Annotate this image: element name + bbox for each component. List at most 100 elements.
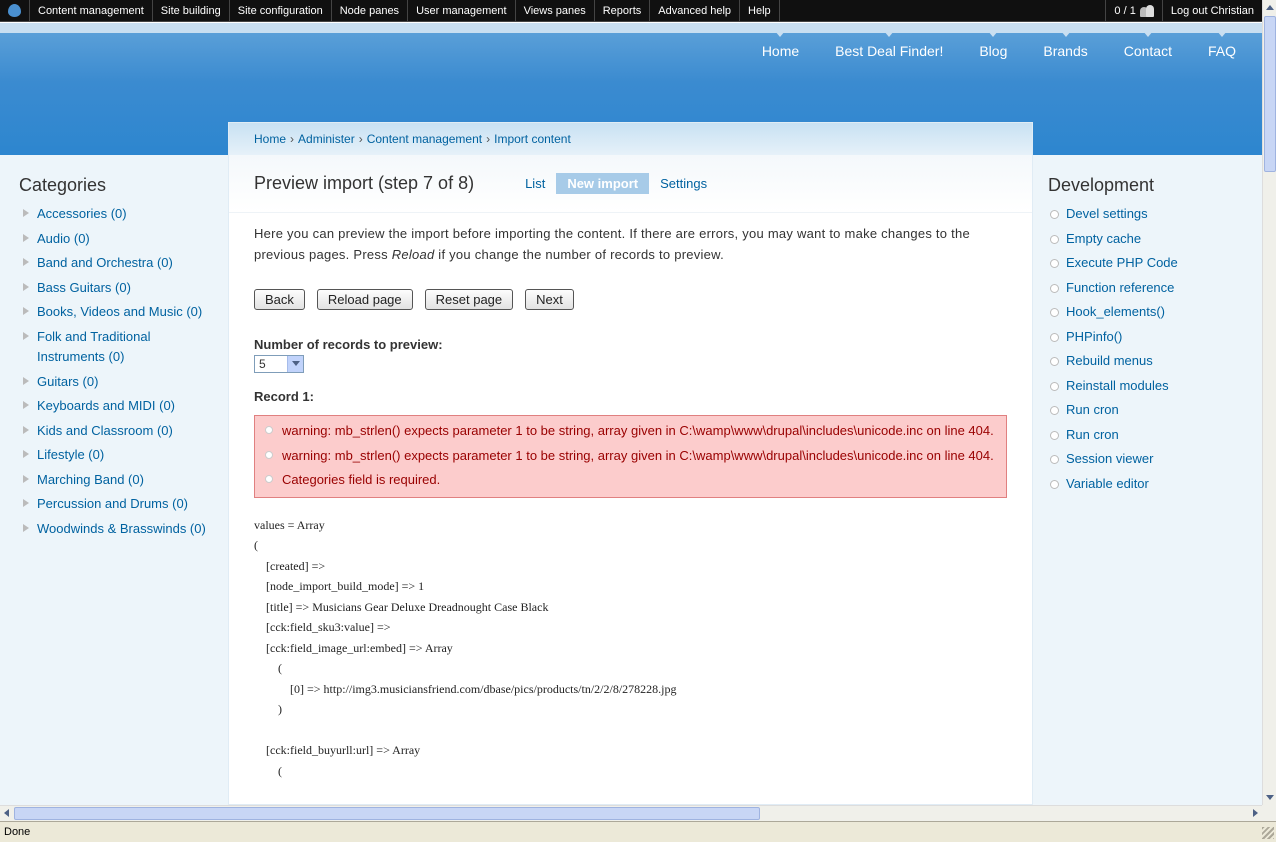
admin-menu-bar: Content management Site building Site conf… — [0, 0, 1262, 22]
admin-menu-items: Content management Site building Site conf… — [30, 0, 780, 22]
users-icon — [1139, 4, 1154, 17]
nav-link-home[interactable]: Home — [762, 31, 799, 59]
category-link-lifestyle-0[interactable]: Lifestyle (0) — [19, 445, 219, 466]
category-link-kids-and-classroom-0[interactable]: Kids and Classroom (0) — [19, 421, 219, 442]
nav-link-faq[interactable]: FAQ — [1208, 31, 1236, 59]
development-block: Development Devel settings Empty cache Exe… — [1048, 175, 1248, 498]
nav-link-contact[interactable]: Contact — [1124, 31, 1172, 59]
breadcrumb-item-home[interactable]: Home — [254, 132, 286, 146]
intro-text-end: if you change the number of records to p… — [434, 247, 724, 262]
status-text: Done — [4, 826, 31, 838]
development-title: Development — [1048, 175, 1155, 195]
dev-link-execute-php-code[interactable]: Execute PHP Code — [1048, 253, 1248, 274]
resize-grip-icon[interactable] — [1260, 825, 1274, 839]
admin-menu-item-content-management[interactable]: Content management — [30, 0, 153, 22]
error-messages: warning: mb_strlen() expects parameter 1… — [254, 415, 1007, 498]
admin-menu-item-site-configuration[interactable]: Site configuration — [230, 0, 332, 22]
category-link-accessories-0[interactable]: Accessories (0) — [19, 204, 219, 225]
content-area: Here you can preview the import before i… — [229, 213, 1032, 781]
scrollbar-corner — [1262, 805, 1276, 821]
admin-menu-item-advanced-help[interactable]: Advanced help — [650, 0, 741, 22]
category-link-audio-0[interactable]: Audio (0) — [19, 229, 219, 250]
category-link-guitars-0[interactable]: Guitars (0) — [19, 372, 219, 393]
record-heading: Record 1: — [254, 389, 314, 404]
status-bar: Done — [0, 821, 1276, 842]
category-link-books-videos-and-music-0[interactable]: Books, Videos and Music (0) — [19, 302, 219, 323]
admin-menu-item-help[interactable]: Help — [740, 0, 780, 22]
records-select[interactable]: 5 — [254, 355, 304, 373]
dev-link-devel-settings[interactable]: Devel settings — [1048, 204, 1248, 225]
admin-menu-item-node-panes[interactable]: Node panes — [332, 0, 409, 22]
dev-link-variable-editor[interactable]: Variable editor — [1048, 474, 1248, 495]
dev-link-session-viewer[interactable]: Session viewer — [1048, 449, 1248, 470]
breadcrumb-separator: › — [358, 132, 363, 146]
button-row: Back Reload page Reset page Next — [254, 289, 1007, 310]
dev-link-hook-elements[interactable]: Hook_elements() — [1048, 302, 1248, 323]
breadcrumb-item-content-management[interactable]: Content management — [367, 132, 482, 146]
main-content: Home › Administer › Content management › Impor… — [228, 122, 1033, 805]
dev-link-run-cron[interactable]: Run cron — [1048, 425, 1248, 446]
category-link-band-and-orchestra-0[interactable]: Band and Orchestra (0) — [19, 253, 219, 274]
breadcrumb-separator: › — [486, 132, 491, 146]
dev-link-run-cron[interactable]: Run cron — [1048, 400, 1248, 421]
breadcrumb-separator: › — [290, 132, 295, 146]
record-values-dump: values = Array ( [created] => [node_impo… — [254, 517, 677, 778]
drupal-logo-icon[interactable] — [0, 0, 30, 22]
vertical-scroll-thumb[interactable] — [1264, 16, 1276, 172]
dev-link-reinstall-modules[interactable]: Reinstall modules — [1048, 376, 1248, 397]
category-link-marching-band-0[interactable]: Marching Band (0) — [19, 470, 219, 491]
nav-link-blog[interactable]: Blog — [979, 31, 1007, 59]
categories-list: Accessories (0) Audio (0) Band and Orchest… — [19, 204, 219, 539]
primary-nav: Home Best Deal Finder! Blog Brands Contact FA… — [762, 31, 1236, 59]
categories-title: Categories — [19, 175, 107, 195]
scroll-right-icon[interactable] — [1248, 807, 1262, 820]
tab-new-import[interactable]: New import — [556, 173, 650, 194]
category-link-keyboards-and-midi-0[interactable]: Keyboards and MIDI (0) — [19, 396, 219, 417]
next-button[interactable]: Next — [525, 289, 574, 310]
scroll-left-icon[interactable] — [0, 807, 14, 820]
category-link-folk-and-traditional-instruments-0[interactable]: Folk and Traditional Instruments (0) — [19, 327, 219, 368]
dev-link-phpinfo[interactable]: PHPinfo() — [1048, 327, 1248, 348]
breadcrumb-item-administer[interactable]: Administer — [298, 132, 355, 146]
chevron-down-icon[interactable] — [287, 356, 303, 372]
tabs: List New import Settings — [514, 173, 718, 194]
reload-page-button[interactable]: Reload page — [316, 289, 413, 310]
records-label: Number of records to preview: — [254, 337, 443, 352]
category-link-woodwinds-brasswinds-0[interactable]: Woodwinds & Brasswinds (0) — [19, 519, 219, 540]
tab-settings[interactable]: Settings — [649, 173, 718, 194]
admin-menu-item-user-management[interactable]: User management — [408, 0, 516, 22]
scroll-down-icon[interactable] — [1264, 790, 1276, 804]
dev-link-empty-cache[interactable]: Empty cache — [1048, 229, 1248, 250]
admin-menu-item-site-building[interactable]: Site building — [153, 0, 230, 22]
back-button[interactable]: Back — [254, 289, 305, 310]
reset-page-button[interactable]: Reset page — [424, 289, 514, 310]
categories-block: Categories Accessories (0) Audio (0) Band … — [19, 175, 219, 543]
category-link-percussion-and-drums-0[interactable]: Percussion and Drums (0) — [19, 494, 219, 515]
error-message: Categories field is required. — [263, 470, 996, 491]
scroll-up-icon[interactable] — [1264, 1, 1276, 15]
tab-list[interactable]: List — [514, 173, 556, 194]
admin-menu-item-reports[interactable]: Reports — [595, 0, 651, 22]
dev-link-function-reference[interactable]: Function reference — [1048, 278, 1248, 299]
breadcrumb-item-import-content[interactable]: Import content — [494, 132, 571, 146]
title-row: Preview import (step 7 of 8) List New imp… — [229, 155, 1032, 213]
logout-link[interactable]: Log out Christian — [1163, 0, 1262, 22]
nav-link-best-deal-finder[interactable]: Best Deal Finder! — [835, 31, 943, 59]
error-message: warning: mb_strlen() expects parameter 1… — [263, 421, 996, 442]
error-message: warning: mb_strlen() expects parameter 1… — [263, 446, 996, 467]
horizontal-scrollbar[interactable] — [0, 805, 1262, 821]
online-users[interactable]: 0 / 1 — [1105, 0, 1163, 22]
nav-link-brands[interactable]: Brands — [1043, 31, 1088, 59]
development-list: Devel settings Empty cache Execute PHP Cod… — [1048, 204, 1248, 494]
user-count: 0 / 1 — [1114, 4, 1136, 17]
breadcrumb: Home › Administer › Content management › Impor… — [229, 123, 1032, 155]
vertical-scrollbar[interactable] — [1262, 0, 1276, 805]
horizontal-scroll-thumb[interactable] — [14, 807, 760, 820]
dev-link-rebuild-menus[interactable]: Rebuild menus — [1048, 351, 1248, 372]
intro-text: Here you can preview the import before i… — [254, 223, 1004, 265]
admin-menu-item-views-panes[interactable]: Views panes — [516, 0, 595, 22]
intro-text-reload: Reload — [391, 247, 435, 262]
page-title: Preview import (step 7 of 8) — [254, 173, 475, 193]
category-link-bass-guitars-0[interactable]: Bass Guitars (0) — [19, 278, 219, 299]
records-select-value: 5 — [259, 357, 266, 371]
